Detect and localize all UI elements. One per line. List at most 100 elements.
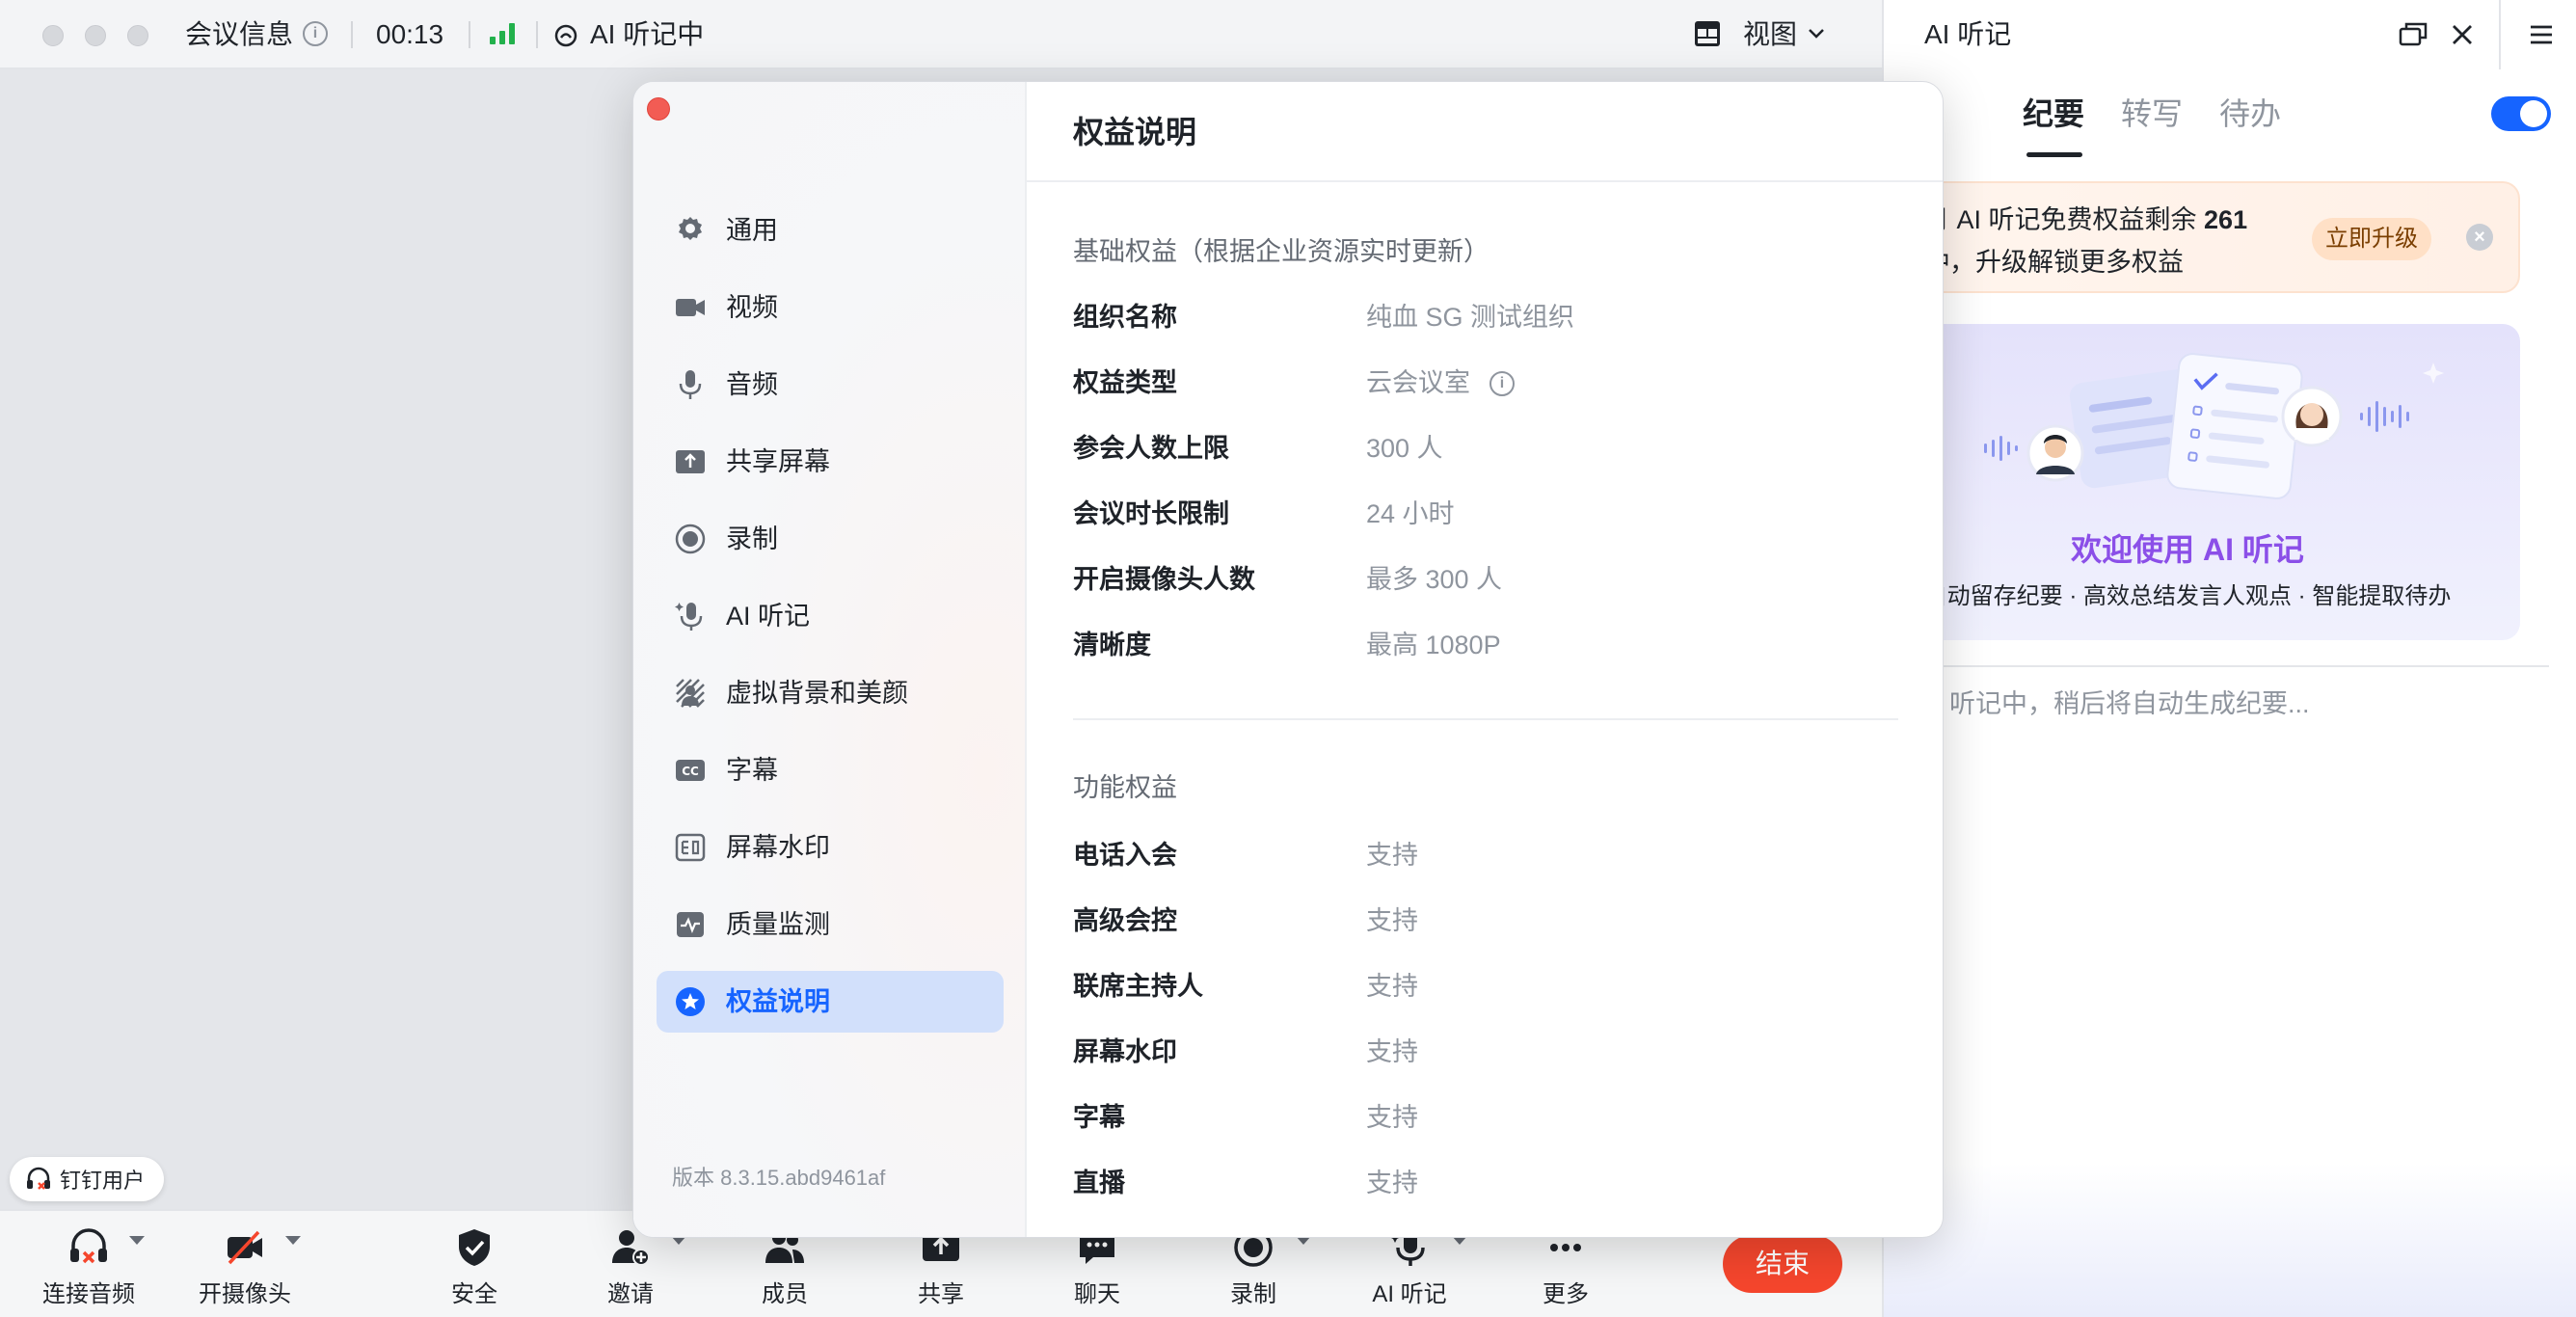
feature-row-label: 联席主持人 [1073, 972, 1203, 1001]
ai-notes-toggle[interactable] [2491, 96, 2551, 131]
connect-audio-label: 连接音频 [42, 1281, 135, 1307]
settings-nav-video[interactable]: 视频 [657, 277, 1004, 338]
feature-row-label: 电话入会 [1073, 841, 1177, 870]
feature-row-value: 支持 [1366, 1169, 1418, 1197]
end-meeting-button[interactable]: 结束 [1723, 1235, 1842, 1293]
settings-nav-general[interactable]: 通用 [657, 200, 1004, 261]
chevron-down-icon[interactable] [285, 1236, 301, 1245]
settings-nav-label: 虚拟背景和美颜 [726, 679, 908, 708]
upgrade-button[interactable]: 立即升级 [2312, 218, 2431, 260]
settings-nav-label: 录制 [726, 524, 778, 553]
settings-nav-share-screen[interactable]: 共享屏幕 [657, 431, 1004, 493]
record-icon [675, 524, 706, 554]
feature-row-label: 字幕 [1073, 1103, 1125, 1132]
settings-nav-label: 视频 [726, 293, 778, 322]
welcome-card: 欢迎使用 AI 听记 自动留存纪要 · 高效总结发言人观点 · 智能提取待办 [1884, 324, 2520, 640]
camera-off-icon [228, 1230, 262, 1265]
settings-nav-label: AI 听记 [726, 602, 811, 631]
promo-close-icon[interactable]: × [2466, 224, 2493, 251]
dialog-close-button[interactable] [647, 97, 670, 121]
tab-summary[interactable]: 纪要 [2023, 93, 2084, 135]
ai-mic-icon [675, 603, 703, 631]
svg-text:CC: CC [682, 765, 699, 778]
panel-header-divider [2499, 0, 2501, 69]
hamburger-menu-icon[interactable] [2528, 23, 2555, 46]
popout-window-icon[interactable] [2399, 21, 2428, 48]
tab-todo[interactable]: 待办 [2219, 93, 2281, 135]
members-label: 成员 [762, 1281, 808, 1307]
participant-name-pill[interactable]: 钉钉用户 [10, 1157, 165, 1201]
settings-sidebar: 通用 视频 音频 共享屏幕 录制 AI 听记 虚拟背景和美颜 CC 字幕 屏幕水… [633, 82, 1027, 1237]
version-label: 版本 8.3.15.abd9461af [672, 1166, 886, 1190]
topbar-divider [351, 21, 353, 48]
meeting-info-button[interactable]: 会议信息 [185, 17, 293, 52]
basic-row-value: 最高 1080P [1366, 631, 1501, 659]
participant-name: 钉钉用户 [60, 1169, 146, 1193]
settings-nav-quality-monitor[interactable]: 质量监测 [657, 894, 1004, 955]
welcome-subtitle: 自动留存纪要 · 高效总结发言人观点 · 智能提取待办 [1923, 583, 2452, 609]
ai-status-label[interactable]: AI 听记中 [590, 17, 704, 52]
chat-label: 聊天 [1074, 1281, 1120, 1307]
video-icon [676, 299, 705, 316]
settings-nav-virtual-background[interactable]: 虚拟背景和美颜 [657, 662, 1004, 724]
start-camera-label: 开摄像头 [199, 1281, 291, 1307]
caption-icon: CC [676, 760, 705, 781]
settings-nav-record[interactable]: 录制 [657, 508, 1004, 570]
tab-transcript[interactable]: 转写 [2121, 93, 2183, 135]
security-button[interactable]: 安全 [416, 1221, 532, 1317]
info-icon[interactable]: i [1489, 371, 1515, 396]
view-menu-button[interactable]: 视图 [1743, 17, 1797, 52]
meeting-timer: 00:13 [376, 19, 444, 49]
settings-nav-ai-notes[interactable]: AI 听记 [657, 585, 1004, 647]
feature-section-title: 功能权益 [1073, 773, 1177, 802]
settings-nav-audio[interactable]: 音频 [657, 354, 1004, 416]
info-icon[interactable]: i [303, 21, 328, 46]
signal-strength-icon[interactable] [490, 23, 519, 44]
page-title: 权益说明 [1073, 115, 1197, 149]
share-screen-icon [676, 450, 705, 473]
promo-text: 本月 AI 听记免费权益剩余 261 分钟，升级解锁更多权益 [1897, 199, 2321, 283]
content-header: 权益说明 [1027, 82, 1943, 182]
listening-status: 听记中，稍后将自动生成纪要... [1949, 689, 2310, 718]
settings-nav-entitlements[interactable]: 权益说明 [657, 971, 1004, 1033]
chevron-down-icon[interactable] [129, 1236, 145, 1245]
basic-section-title: 基础权益（根据企业资源实时更新） [1073, 237, 1489, 266]
shield-icon [459, 1229, 490, 1266]
settings-nav-watermark[interactable]: 屏幕水印 [657, 817, 1004, 878]
meeting-topbar: 会议信息 i 00:13 AI 听记中 视图 [0, 0, 1882, 69]
ai-notes-panel: AI 听记 问答 纪要 转写 待办 本月 AI 听记免费权益剩余 261 分钟，… [1882, 0, 2576, 1317]
promo-remaining-minutes: 261 [2204, 205, 2248, 234]
feature-row-value: 支持 [1366, 841, 1418, 870]
window-minimize-button[interactable] [85, 25, 106, 46]
record-label: 录制 [1230, 1281, 1276, 1307]
feature-row-value: 支持 [1366, 972, 1418, 1001]
basic-row-label: 会议时长限制 [1073, 499, 1229, 528]
panel-background-fade [1884, 1163, 2576, 1317]
chevron-down-icon[interactable] [1807, 27, 1826, 40]
basic-row-value: 云会议室 [1366, 368, 1470, 397]
entitlements-content: 权益说明 基础权益（根据企业资源实时更新） 组织名称 纯血 SG 测试组织 权益… [1027, 82, 1943, 1237]
settings-nav-captions[interactable]: CC 字幕 [657, 739, 1004, 801]
feature-row-value: 支持 [1366, 906, 1418, 935]
view-grid-icon[interactable] [1693, 19, 1722, 48]
window-close-button[interactable] [42, 25, 64, 46]
welcome-illustration [1909, 353, 2444, 499]
star-badge-icon [676, 987, 705, 1016]
settings-nav-label: 质量监测 [726, 910, 830, 939]
connect-audio-button[interactable]: 连接音频 [31, 1221, 147, 1317]
quality-monitor-icon [677, 912, 704, 937]
watermark-icon [675, 833, 706, 862]
window-maximize-button[interactable] [127, 25, 148, 46]
virtual-background-icon [676, 679, 705, 708]
panel-divider [1884, 665, 2549, 667]
settings-nav-label: 字幕 [726, 756, 778, 785]
more-label: 更多 [1543, 1281, 1589, 1307]
close-icon[interactable] [2449, 21, 2476, 48]
settings-nav-label: 屏幕水印 [726, 833, 830, 862]
settings-nav-label: 共享屏幕 [726, 447, 830, 476]
start-camera-button[interactable]: 开摄像头 [187, 1221, 303, 1317]
feature-row-label: 屏幕水印 [1073, 1037, 1177, 1066]
basic-row-label: 参会人数上限 [1073, 434, 1229, 463]
settings-dialog: 通用 视频 音频 共享屏幕 录制 AI 听记 虚拟背景和美颜 CC 字幕 屏幕水… [632, 81, 1944, 1238]
feature-row-value: 支持 [1366, 1037, 1418, 1066]
